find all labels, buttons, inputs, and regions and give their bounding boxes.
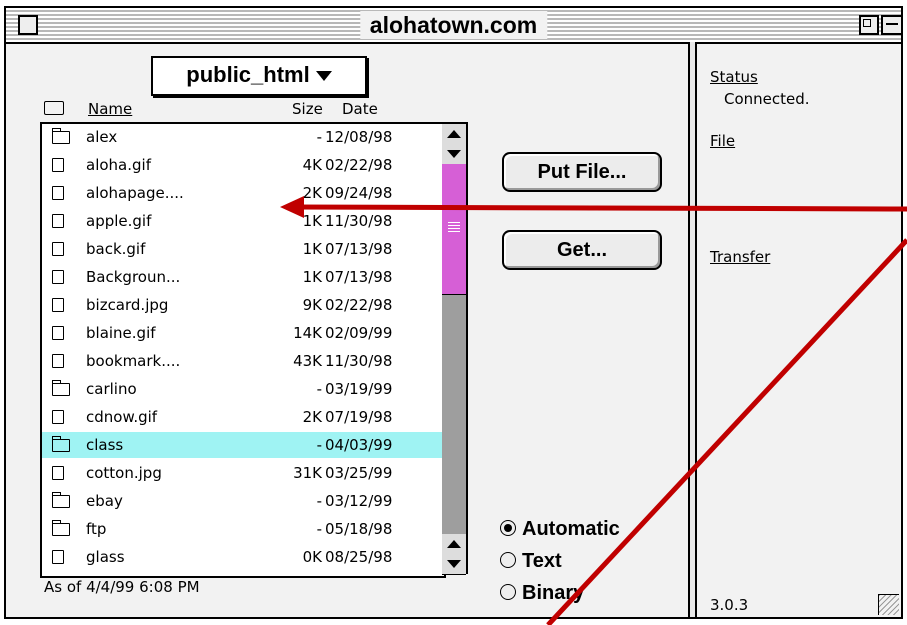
annotation-arrowhead-icon: [280, 196, 304, 218]
annotation-arrow-line: [292, 204, 907, 212]
annotation-overlay: [280, 196, 907, 625]
annotation-diagonal-line: [546, 238, 907, 625]
